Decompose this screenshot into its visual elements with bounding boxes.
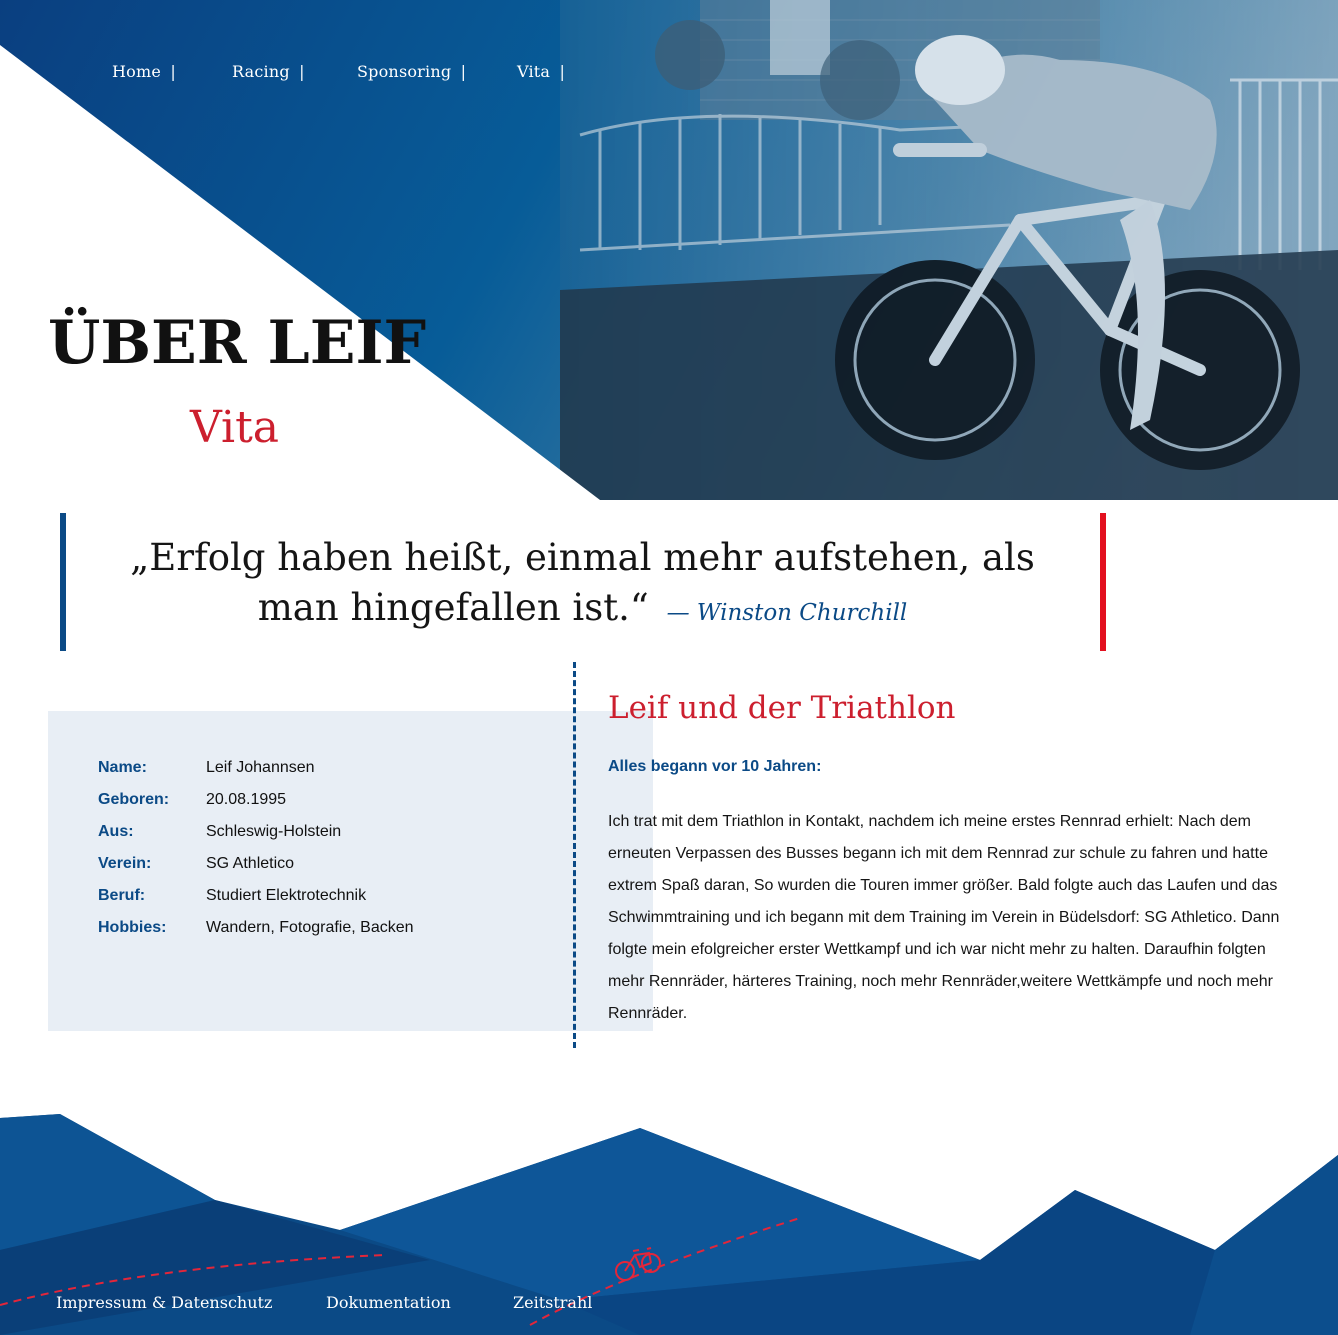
fact-value: Wandern, Fotografie, Backen [206, 919, 414, 936]
fact-label: Geboren: [98, 791, 170, 808]
fact-label: Name: [98, 759, 147, 776]
fact-value: 20.08.1995 [206, 791, 287, 808]
fact-value: Studiert Elektrotechnik [206, 887, 367, 904]
nav-vita[interactable]: Vita | [517, 62, 565, 81]
hero-banner: Home | Racing | Sponsoring | Vita | ÜBER… [0, 0, 1338, 500]
story-body: Ich trat mit dem Triathlon in Kontakt, n… [608, 813, 1280, 1022]
fact-value: Schleswig-Holstein [206, 823, 342, 840]
story-title: Leif und der Triathlon [608, 690, 956, 726]
nav-racing[interactable]: Racing | [232, 62, 305, 81]
footer-link-impressum[interactable]: Impressum & Datenschutz [56, 1293, 272, 1312]
footer-nav: Impressum & Datenschutz Dokumentation Ze… [0, 1293, 800, 1323]
nav-home[interactable]: Home | [112, 62, 176, 81]
fact-label: Hobbies: [98, 919, 167, 936]
page-subtitle: Vita [190, 402, 279, 453]
main-nav: Home | Racing | Sponsoring | Vita | [0, 62, 700, 92]
fact-row: Aus: Schleswig-Holstein [98, 816, 414, 848]
column-divider [573, 662, 576, 1048]
fact-row: Beruf: Studiert Elektrotechnik [98, 880, 414, 912]
fact-row: Verein: SG Athletico [98, 848, 414, 880]
footer-link-zeitstrahl[interactable]: Zeitstrahl [513, 1293, 592, 1312]
quote-author: — Winston Churchill [666, 600, 908, 626]
story-lead: Alles begann vor 10 Jahren: [608, 758, 822, 775]
facts-list: Name: Leif Johannsen Geboren: 20.08.1995… [98, 752, 414, 944]
nav-sponsoring[interactable]: Sponsoring | [357, 62, 466, 81]
fact-value: Leif Johannsen [206, 759, 315, 776]
fact-label: Verein: [98, 855, 152, 872]
fact-value: SG Athletico [206, 855, 295, 872]
fact-row: Hobbies: Wandern, Fotografie, Backen [98, 912, 414, 944]
quote-text: „Erfolg haben heißt, einmal mehr aufsteh… [90, 533, 1075, 638]
quote-block: „Erfolg haben heißt, einmal mehr aufsteh… [60, 513, 1106, 651]
fact-row: Name: Leif Johannsen [98, 752, 414, 784]
quote-bar-right [1100, 513, 1106, 651]
fact-label: Aus: [98, 823, 134, 840]
footer-link-dokumentation[interactable]: Dokumentation [326, 1293, 451, 1312]
page-title: ÜBER LEIF [48, 308, 427, 378]
fact-label: Beruf: [98, 887, 146, 904]
quote-bar-left [60, 513, 66, 651]
fact-row: Geboren: 20.08.1995 [98, 784, 414, 816]
